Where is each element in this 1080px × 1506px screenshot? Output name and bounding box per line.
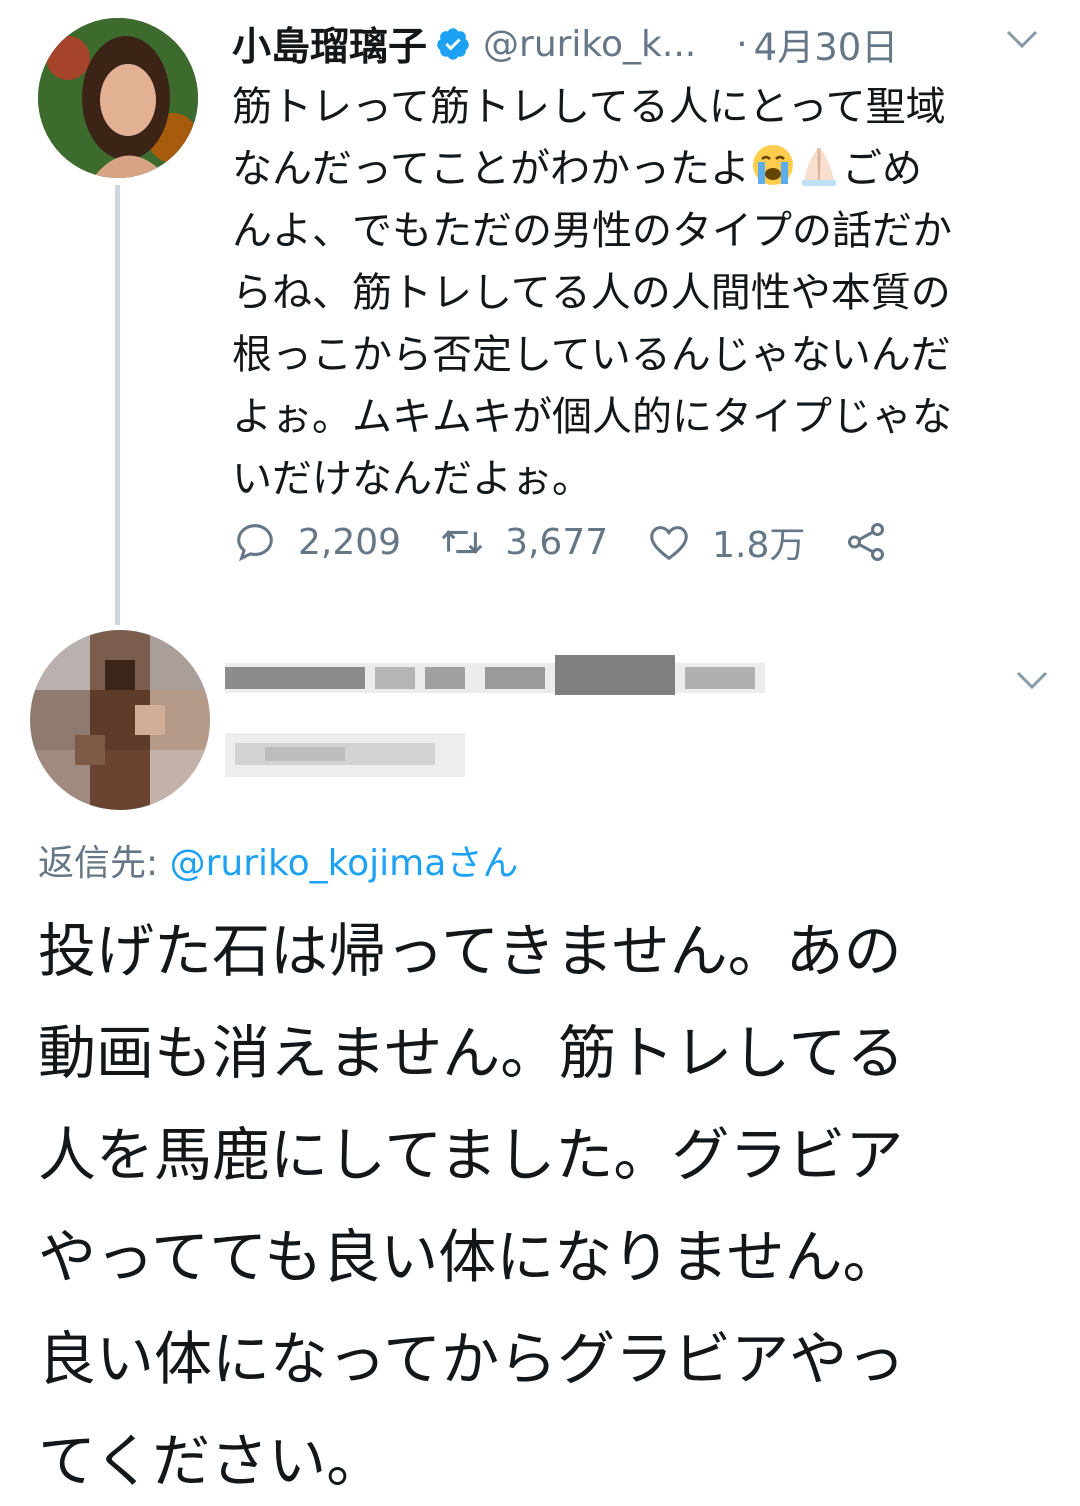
tweet-text-line: なんだってことがわかったよ ごめ (232, 138, 1052, 200)
crying-face-icon (753, 145, 793, 185)
tweet-actions: 2,209 3,677 1.8万 (232, 512, 927, 572)
reply-text-line: 良い体になってからグラビアやっ (38, 1325, 906, 1393)
heart-icon (650, 526, 688, 561)
reply-text-line: 人を馬鹿にしてました。グラビア (38, 1121, 904, 1189)
tweet-date[interactable]: 4月30日 (754, 17, 899, 71)
tweet-header: 小島瑠璃子 @ruriko_k... · 4月30日 (232, 16, 899, 72)
reply-to-mention-link[interactable]: @ruriko_kojima (170, 843, 447, 884)
retweet-icon (441, 530, 483, 554)
tweet-text-line: らね、筋トレしてる人の人間性や本質の (232, 270, 951, 316)
reply-count: 2,209 (298, 521, 402, 563)
reply-author-handle-obscured (225, 733, 465, 777)
author-handle[interactable]: @ruriko_k... (483, 24, 696, 65)
chevron-down-icon[interactable] (1012, 665, 1052, 695)
tweet-text-line: よぉ。ムキムキが個人的にタイプじゃな (232, 394, 952, 440)
like-count: 1.8万 (712, 525, 806, 566)
like-button[interactable]: 1.8万 (646, 516, 805, 568)
share-button[interactable] (843, 519, 889, 565)
reply-to-suffix: さん (446, 843, 519, 884)
reply-author-name-obscured (225, 655, 765, 695)
tweet-text-segment: なんだってことがわかったよ (232, 146, 750, 192)
tweet-thread: 小島瑠璃子 @ruriko_k... · 4月30日 筋トレって筋トレしてる人に… (0, 0, 1080, 1506)
tweet-text-line: いだけなんだよぉ。 (232, 456, 592, 502)
reply-button[interactable]: 2,209 (232, 519, 401, 565)
tweet-text-line: 根っこから否定しているんじゃないんだ (232, 332, 951, 378)
chevron-down-icon[interactable] (1002, 24, 1042, 54)
reply-to-line: 返信先: @ruriko_kojimaさん (38, 834, 518, 886)
reply-text-line: 動画も消えません。筋トレしてる (38, 1019, 905, 1087)
author-avatar[interactable] (38, 18, 198, 178)
retweet-button[interactable]: 3,677 (439, 519, 608, 565)
reply-text-line: てください。 (38, 1427, 385, 1495)
folded-hands-icon (802, 147, 836, 186)
tweet-text-line: んよ、でもただの男性のタイプの話だか (232, 208, 952, 254)
tweet-text: 筋トレって筋トレしてる人にとって聖域 なんだってことがわかったよ ごめ んよ、で… (232, 76, 1052, 510)
reply-text: 投げた石は帰ってきません。あの 動画も消えません。筋トレしてる 人を馬鹿にしてま… (38, 900, 1048, 1506)
reply-author-avatar-obscured[interactable] (30, 630, 210, 810)
reply-text-line: 投げた石は帰ってきません。あの (38, 917, 902, 985)
separator-dot: · (736, 23, 748, 65)
reply-to-label: 返信先: (38, 843, 170, 884)
author-name[interactable]: 小島瑠璃子 (232, 16, 427, 72)
share-icon (848, 523, 885, 561)
tweet-text-segment: ごめ (842, 146, 922, 192)
tweet-text-line: 筋トレって筋トレしてる人にとって聖域 (232, 84, 946, 130)
reply-icon (237, 524, 273, 562)
verified-badge-icon (437, 28, 469, 60)
retweet-count: 3,677 (505, 521, 609, 563)
thread-connector-line (115, 185, 120, 625)
reply-text-line: やってても良い体になりません。 (38, 1223, 901, 1291)
